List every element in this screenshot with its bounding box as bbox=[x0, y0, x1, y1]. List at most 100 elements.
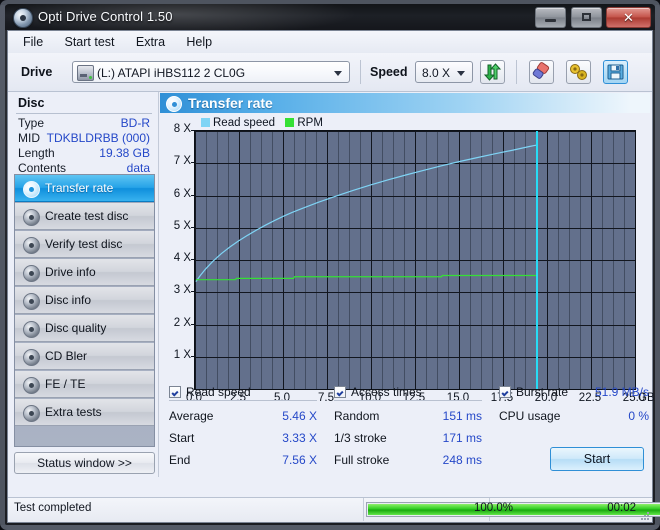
disc-icon bbox=[23, 237, 40, 254]
y-tick-label: 3 X bbox=[173, 284, 191, 297]
left-sidebar: Disc Type BD-R MID TDKBLDRBB (000) Lengt… bbox=[8, 92, 158, 477]
disc-key-mid: MID bbox=[18, 131, 40, 145]
menu-item-help[interactable]: Help bbox=[177, 31, 221, 53]
status-window-button[interactable]: Status window >> bbox=[14, 452, 155, 474]
app-window: Opti Drive Control 1.50 ✕ File Start tes… bbox=[0, 0, 660, 530]
disc-value-mid: TDKBLDRBB (000) bbox=[46, 131, 150, 145]
result-value-random: 151 ms bbox=[442, 409, 482, 423]
result-row-end: End 7.56 X bbox=[169, 453, 317, 469]
disc-row-length: Length 19.38 GB bbox=[18, 146, 152, 161]
drive-select-value: (L:) ATAPI iHBS112 2 CL0G bbox=[97, 66, 246, 80]
sidebar-item-label: FE / TE bbox=[45, 377, 86, 391]
disc-icon bbox=[23, 321, 40, 338]
sidebar-item-label: Disc quality bbox=[45, 321, 107, 335]
result-value-end: 7.56 X bbox=[282, 453, 317, 467]
disc-key-contents: Contents bbox=[18, 161, 67, 175]
results-access-times: Access times Random 151 ms 1/3 stroke 17… bbox=[334, 385, 482, 477]
disc-icon bbox=[23, 181, 40, 198]
result-key-cpu-usage: CPU usage bbox=[499, 409, 561, 423]
result-value-start: 3.33 X bbox=[282, 431, 317, 445]
save-button[interactable] bbox=[603, 60, 628, 84]
disc-value-length: 19.38 GB bbox=[99, 146, 150, 160]
close-button[interactable]: ✕ bbox=[606, 7, 651, 28]
access-times-checkbox[interactable] bbox=[334, 386, 346, 398]
resize-grip-icon[interactable] bbox=[639, 510, 649, 520]
sidebar-item-disc-quality[interactable]: Disc quality bbox=[15, 315, 154, 342]
read-speed-checkbox[interactable] bbox=[169, 386, 181, 398]
series-layer bbox=[195, 144, 537, 282]
disc-row-type: Type BD-R bbox=[18, 116, 152, 131]
disc-info-divider bbox=[16, 113, 152, 114]
app-icon bbox=[13, 8, 33, 28]
burst-rate-checkbox[interactable] bbox=[499, 386, 511, 398]
settings-icon bbox=[567, 61, 590, 83]
chevron-down-icon bbox=[457, 71, 465, 76]
status-bar: Test completed 100.0% 00:02 bbox=[8, 497, 660, 522]
results-read-speed-header: Read speed bbox=[169, 385, 317, 401]
menu-item-file[interactable]: File bbox=[14, 31, 52, 53]
sidebar-item-cd-bler[interactable]: CD Bler bbox=[15, 343, 154, 370]
sidebar-item-label: Verify test disc bbox=[45, 237, 123, 251]
disc-icon bbox=[23, 377, 40, 394]
result-value-full-stroke: 248 ms bbox=[442, 453, 482, 467]
y-tick-label: 6 X bbox=[173, 187, 191, 200]
close-icon: ✕ bbox=[623, 10, 634, 25]
result-row-random: Random 151 ms bbox=[334, 409, 482, 425]
disc-icon bbox=[23, 265, 40, 282]
status-message-cell: Test completed bbox=[8, 498, 364, 521]
menu-item-extra[interactable]: Extra bbox=[127, 31, 174, 53]
sidebar-item-create-test-disc[interactable]: Create test disc bbox=[15, 203, 154, 230]
main-panel: Transfer rate Read speed RPM 1 X2 X3 X4 … bbox=[158, 92, 655, 477]
erase-button[interactable] bbox=[529, 60, 554, 84]
title-bar: Opti Drive Control 1.50 ✕ bbox=[5, 4, 655, 30]
optical-drive-icon bbox=[77, 65, 94, 81]
menu-item-start-test[interactable]: Start test bbox=[56, 31, 124, 53]
access-times-label: Access times bbox=[351, 385, 422, 399]
result-key-end: End bbox=[169, 453, 191, 467]
drive-select[interactable]: (L:) ATAPI iHBS112 2 CL0G bbox=[72, 61, 350, 83]
minimize-button[interactable] bbox=[535, 7, 567, 28]
results-access-times-header: Access times bbox=[334, 385, 482, 401]
chevron-down-icon bbox=[334, 71, 342, 76]
read-speed-label: Read speed bbox=[186, 385, 251, 399]
nav-list: Transfer rate Create test disc Verify te… bbox=[14, 174, 155, 447]
disc-icon bbox=[166, 96, 182, 112]
settings-button[interactable] bbox=[566, 60, 591, 84]
sidebar-item-drive-info[interactable]: Drive info bbox=[15, 259, 154, 286]
y-tick-label: 5 X bbox=[173, 219, 191, 232]
refresh-button[interactable] bbox=[480, 60, 505, 84]
result-row-start: Start 3.33 X bbox=[169, 431, 317, 447]
burst-rate-value: 51.9 MB/s bbox=[594, 385, 649, 399]
sidebar-item-verify-test-disc[interactable]: Verify test disc bbox=[15, 231, 154, 258]
sidebar-item-label: Transfer rate bbox=[45, 181, 114, 195]
sidebar-item-extra-tests[interactable]: Extra tests bbox=[15, 399, 154, 426]
maximize-button[interactable] bbox=[570, 7, 602, 28]
drive-label: Drive bbox=[21, 65, 53, 79]
toolbar: Drive (L:) ATAPI iHBS112 2 CL0G Speed 8.… bbox=[8, 53, 652, 92]
sidebar-item-fe-te[interactable]: FE / TE bbox=[15, 371, 154, 398]
disc-info-box: Disc Type BD-R MID TDKBLDRBB (000) Lengt… bbox=[14, 94, 154, 175]
result-row-full-stroke: Full stroke 248 ms bbox=[334, 453, 482, 469]
disc-key-length: Length bbox=[18, 146, 55, 160]
y-tick-label: 8 X bbox=[173, 123, 191, 135]
result-value-average: 5.46 X bbox=[282, 409, 317, 423]
series-line-rpm bbox=[195, 274, 537, 281]
speed-label: Speed bbox=[370, 65, 408, 79]
toolbar-separator-2 bbox=[516, 60, 517, 84]
window-controls: ✕ bbox=[534, 7, 651, 28]
disc-value-contents: data bbox=[126, 161, 150, 175]
speed-select[interactable]: 8.0 X bbox=[415, 61, 473, 83]
sidebar-item-label: Create test disc bbox=[45, 209, 129, 223]
plot-area[interactable] bbox=[194, 130, 636, 390]
refresh-icon bbox=[481, 61, 504, 83]
elapsed-time: 00:02 bbox=[607, 502, 636, 514]
sidebar-item-label: CD Bler bbox=[45, 349, 88, 363]
result-row-average: Average 5.46 X bbox=[169, 409, 317, 425]
sidebar-item-transfer-rate[interactable]: Transfer rate bbox=[15, 175, 154, 202]
panel-header: Transfer rate bbox=[160, 93, 650, 113]
client-area: File Start test Extra Help Drive (L:) AT… bbox=[7, 30, 660, 523]
panel-title: Transfer rate bbox=[188, 95, 273, 111]
start-button[interactable]: Start bbox=[550, 447, 644, 471]
sidebar-item-disc-info[interactable]: Disc info bbox=[15, 287, 154, 314]
sidebar-item-label: Extra tests bbox=[45, 405, 102, 419]
